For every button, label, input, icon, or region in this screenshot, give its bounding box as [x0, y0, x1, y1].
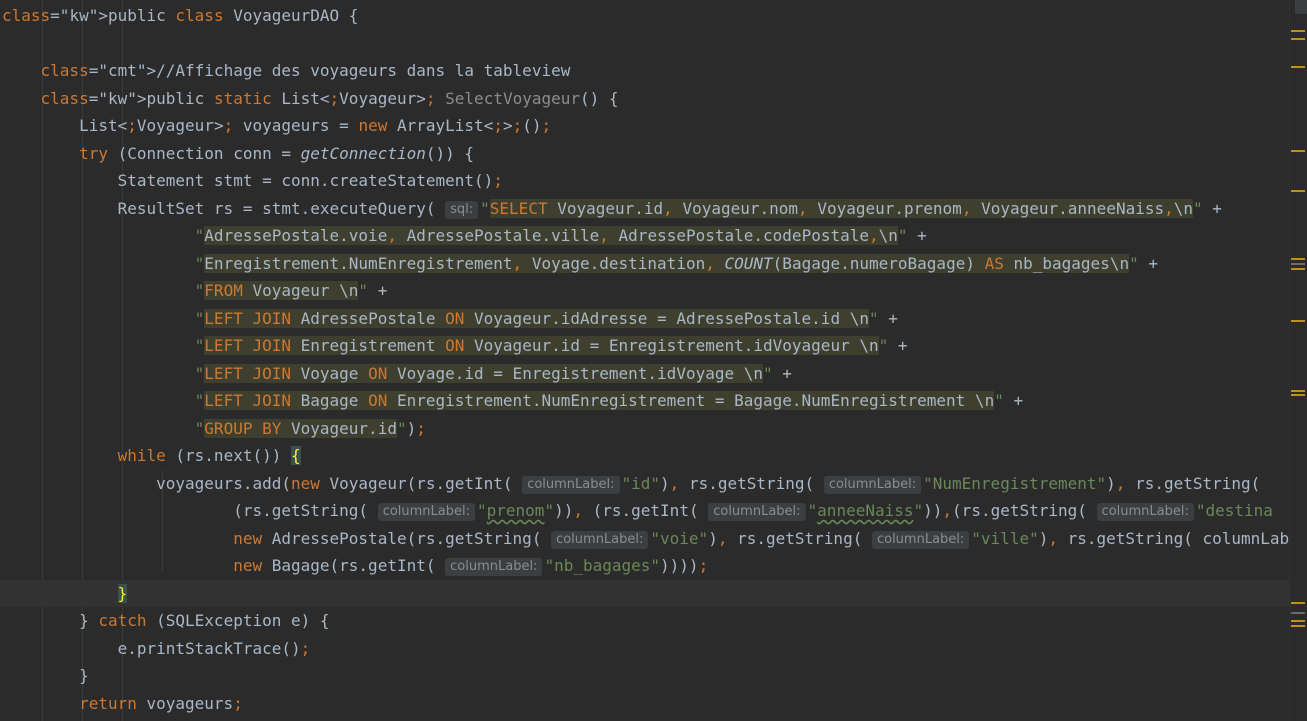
code-text: "Enregistrement.NumEnregistrement, Voyag…	[194, 253, 1158, 273]
code-line[interactable]: "LEFT JOIN Voyage ON Voyage.id = Enregis…	[0, 360, 1290, 388]
editor-scrollbar[interactable]	[1289, 0, 1307, 721]
code-line[interactable]: new Bagage(rs.getInt( columnLabel: "nb_ba…	[0, 552, 1290, 580]
code-text: new Bagage(rs.getInt( columnLabel: "nb_ba…	[233, 556, 709, 576]
code-text: new AdressePostale(rs.getString( columnL…	[233, 528, 1290, 549]
scroll-marker[interactable]	[1291, 320, 1305, 322]
code-line[interactable]: "LEFT JOIN Bagage ON Enregistrement.NumE…	[0, 387, 1290, 415]
scroll-marker[interactable]	[1291, 66, 1305, 68]
code-text: "GROUP BY Voyageur.id");	[194, 418, 426, 438]
code-line[interactable]: class="cmt">//Affichage des voyageurs da…	[0, 57, 1290, 85]
code-text: }	[117, 583, 128, 603]
code-text: while (rs.next()) {	[117, 446, 301, 465]
code-line[interactable]: "FROM Voyageur \n" +	[0, 277, 1290, 305]
scroll-marker[interactable]	[1291, 190, 1305, 192]
code-line[interactable]: Statement stmt = conn.createStatement();	[0, 167, 1290, 195]
scroll-marker[interactable]	[1291, 394, 1305, 396]
code-line[interactable]: }	[0, 662, 1290, 690]
code-text: "LEFT JOIN Bagage ON Enregistrement.NumE…	[194, 391, 1024, 410]
code-text: "LEFT JOIN Enregistrement ON Voyageur.id…	[194, 336, 908, 355]
scroll-marker[interactable]	[1291, 612, 1305, 614]
code-line[interactable]: class="kw">public static List<;Voyageur>…	[0, 85, 1290, 113]
code-text: "LEFT JOIN AdressePostale ON Voyageur.id…	[194, 308, 898, 328]
scroll-marker[interactable]	[1291, 620, 1305, 622]
scroll-marker[interactable]	[1291, 625, 1305, 627]
code-line[interactable]: "GROUP BY Voyageur.id");	[0, 415, 1290, 443]
code-text: Statement stmt = conn.createStatement();	[2, 171, 503, 190]
code-line[interactable]: }	[0, 579, 1290, 607]
code-line[interactable]: new AdressePostale(rs.getString( columnL…	[0, 525, 1290, 553]
scroll-marker[interactable]	[1291, 38, 1305, 40]
code-text: } catch (SQLException e) {	[2, 611, 330, 630]
code-text: try (Connection conn = getConnection()) …	[79, 143, 475, 163]
code-line[interactable]: "LEFT JOIN Enregistrement ON Voyageur.id…	[0, 332, 1290, 360]
code-text: List<;Voyageur>; voyageurs = new ArrayLi…	[2, 116, 552, 135]
code-line[interactable]: ResultSet rs = stmt.executeQuery( sql: "S…	[0, 195, 1290, 223]
code-text: "AdressePostale.voie, AdressePostale.vil…	[194, 226, 927, 245]
scroll-marker[interactable]	[1291, 258, 1305, 260]
code-text: class="cmt">//Affichage des voyageurs da…	[40, 61, 571, 80]
code-line[interactable]: voyageurs.add(new Voyageur(rs.getInt( co…	[0, 470, 1290, 498]
code-text: voyageurs.add(new Voyageur(rs.getInt( co…	[2, 473, 1270, 494]
code-text: class="kw">public static List<;Voyageur>…	[40, 88, 619, 108]
scroll-marker[interactable]	[1291, 602, 1305, 604]
code-line[interactable]: e.printStackTrace();	[0, 635, 1290, 663]
code-text: (rs.getString( columnLabel: "prenom")), (…	[2, 501, 1273, 521]
code-text: return voyageurs;	[79, 693, 243, 713]
code-text: }	[2, 666, 89, 685]
code-line[interactable]: (rs.getString( columnLabel: "prenom")), (…	[0, 497, 1290, 525]
code-line[interactable]: return voyageurs;	[0, 690, 1290, 718]
scroll-marker[interactable]	[1291, 268, 1305, 270]
code-line[interactable]: List<;Voyageur>; voyageurs = new ArrayLi…	[0, 112, 1290, 140]
code-line[interactable]: while (rs.next()) {	[0, 442, 1290, 470]
code-line[interactable]: try (Connection conn = getConnection()) …	[0, 140, 1290, 168]
code-text: "FROM Voyageur \n" +	[194, 281, 388, 300]
code-line[interactable]: "AdressePostale.voie, AdressePostale.vil…	[0, 222, 1290, 250]
code-text: e.printStackTrace();	[2, 638, 311, 658]
scroll-marker[interactable]	[1291, 263, 1305, 265]
code-line[interactable]: "LEFT JOIN AdressePostale ON Voyageur.id…	[0, 305, 1290, 333]
inspection-status-icon[interactable]	[1295, 0, 1307, 14]
code-line[interactable]	[0, 30, 1290, 58]
code-line[interactable]: class="kw">public class VoyageurDAO {	[0, 2, 1290, 30]
code-text: class="kw">public class VoyageurDAO {	[2, 6, 359, 25]
code-editor[interactable]: class="kw">public class VoyageurDAO { cl…	[0, 0, 1290, 721]
code-text: ResultSet rs = stmt.executeQuery( sql: "S…	[2, 198, 1222, 219]
code-text: "LEFT JOIN Voyage ON Voyage.id = Enregis…	[194, 363, 792, 383]
code-line[interactable]: } catch (SQLException e) {	[0, 607, 1290, 635]
code-line[interactable]: "Enregistrement.NumEnregistrement, Voyag…	[0, 250, 1290, 278]
scroll-marker[interactable]	[1291, 390, 1305, 392]
scroll-marker[interactable]	[1291, 30, 1305, 32]
scroll-marker[interactable]	[1291, 150, 1305, 152]
